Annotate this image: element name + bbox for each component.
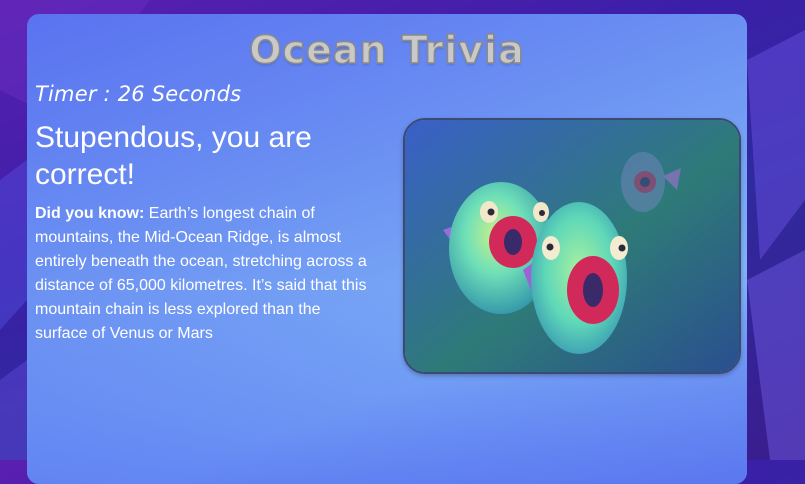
result-headline: Stupendous, you are correct! <box>35 121 312 191</box>
fact-label: Did you know: <box>35 205 145 222</box>
fact-paragraph: Did you know: Earth’s longest chain of m… <box>35 202 370 346</box>
surprised-fish-icon <box>405 120 739 372</box>
result-image <box>403 118 741 374</box>
app-title: Ocean Trivia <box>249 27 525 73</box>
trivia-card: Ocean Trivia Timer : 26 Seconds Stupendo… <box>27 14 747 484</box>
fact-text: Earth’s longest chain of mountains, the … <box>35 205 367 342</box>
timer-text: Timer : 26 Seconds <box>35 82 242 106</box>
